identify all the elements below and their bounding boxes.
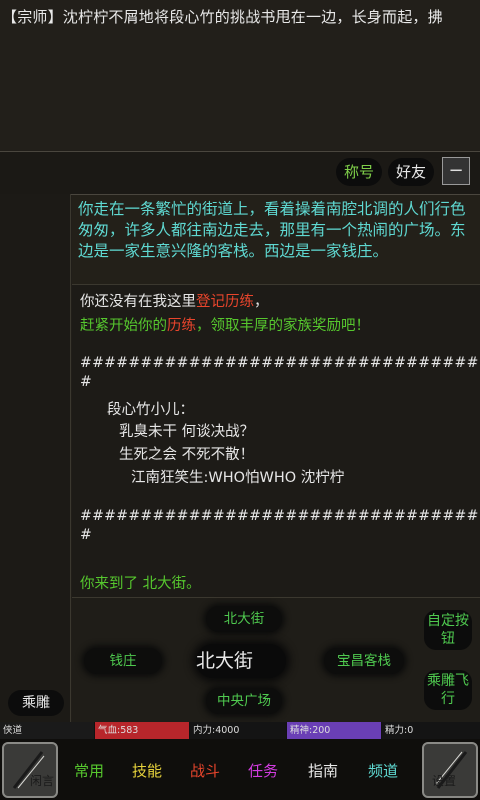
left-panel xyxy=(0,194,71,722)
tab-channel[interactable]: 频道 xyxy=(360,756,406,786)
exit-south[interactable]: 中央广场 xyxy=(206,688,282,714)
corner-label: 闲言 xyxy=(30,774,55,788)
training-link[interactable]: 历练 xyxy=(225,294,254,310)
exit-west[interactable]: 钱庄 xyxy=(84,648,162,674)
collapse-button[interactable]: − xyxy=(442,157,470,185)
poem-line: 生死之会 不死不散！ xyxy=(119,447,255,463)
hp-bar: 气血:583 xyxy=(95,722,189,739)
arrival-message: 你来到了 北大街。 xyxy=(80,572,201,593)
divider-line: ################################# xyxy=(80,508,479,524)
tab-quests[interactable]: 任务 xyxy=(240,756,286,786)
message-text: 你来到了 xyxy=(80,576,143,592)
eagle-flight-button[interactable]: 乘雕飞行 xyxy=(424,670,472,710)
message-text: 赶紧开始你的 xyxy=(80,318,167,334)
title-button[interactable]: 称号 xyxy=(336,158,382,186)
ride-eagle-button[interactable]: 乘雕 xyxy=(8,690,64,716)
room-description: 你走在一条繁忙的街道上，看着操着南腔北调的人们行色匆匆，许多人都往南边走去，那里… xyxy=(78,200,466,260)
banner-text: 【宗师】沈柠柠不屑地将段心竹的挑战书甩在一边，长身而起，拂 xyxy=(2,8,443,26)
message-text: ，领取丰厚的家族奖励吧！ xyxy=(196,318,370,334)
message-register: 你还没有在我这里登记历练， xyxy=(80,290,269,311)
current-location: 北大街 xyxy=(196,644,286,678)
tab-battle[interactable]: 战斗 xyxy=(182,756,228,786)
divider-line: # xyxy=(80,527,93,543)
spirit-bar: 精神:200 xyxy=(287,722,381,739)
divider-line: # xyxy=(80,374,93,390)
chat-corner-button[interactable]: 闲言 xyxy=(2,742,58,798)
message-text: ， xyxy=(254,294,269,310)
custom-button[interactable]: 自定按钮 xyxy=(424,610,472,650)
poem-signature: 江南狂笑生:WHO怕WHO 沈柠柠 xyxy=(131,470,345,486)
message-reward: 赶紧开始你的历练，领取丰厚的家族奖励吧！ xyxy=(80,314,370,335)
tab-skills[interactable]: 技能 xyxy=(124,756,170,786)
training-link[interactable]: 历练 xyxy=(167,318,196,334)
friends-button[interactable]: 好友 xyxy=(388,158,434,186)
inner-power-bar: 内力:4000 xyxy=(190,722,286,739)
message-text: 。 xyxy=(186,576,201,592)
energy-bar: 精力:0 xyxy=(382,722,480,739)
tab-common[interactable]: 常用 xyxy=(66,756,112,786)
exit-north[interactable]: 北大街 xyxy=(206,606,282,632)
message-text: 你还没有在我这里 xyxy=(80,294,196,310)
corner-label: 设置 xyxy=(432,774,457,788)
settings-corner-button[interactable]: 设置 xyxy=(422,742,478,798)
tab-guide[interactable]: 指南 xyxy=(300,756,346,786)
divider-line: ################################# xyxy=(80,355,479,371)
location-name: 北大街 xyxy=(142,576,187,592)
player-name: 侠道 xyxy=(0,722,94,739)
poem-title: 段心竹小儿： xyxy=(107,402,194,418)
exit-east[interactable]: 宝昌客栈 xyxy=(324,648,404,674)
register-link[interactable]: 登记 xyxy=(196,294,225,310)
poem-line: 乳臭未干 何谈决战？ xyxy=(119,424,255,440)
